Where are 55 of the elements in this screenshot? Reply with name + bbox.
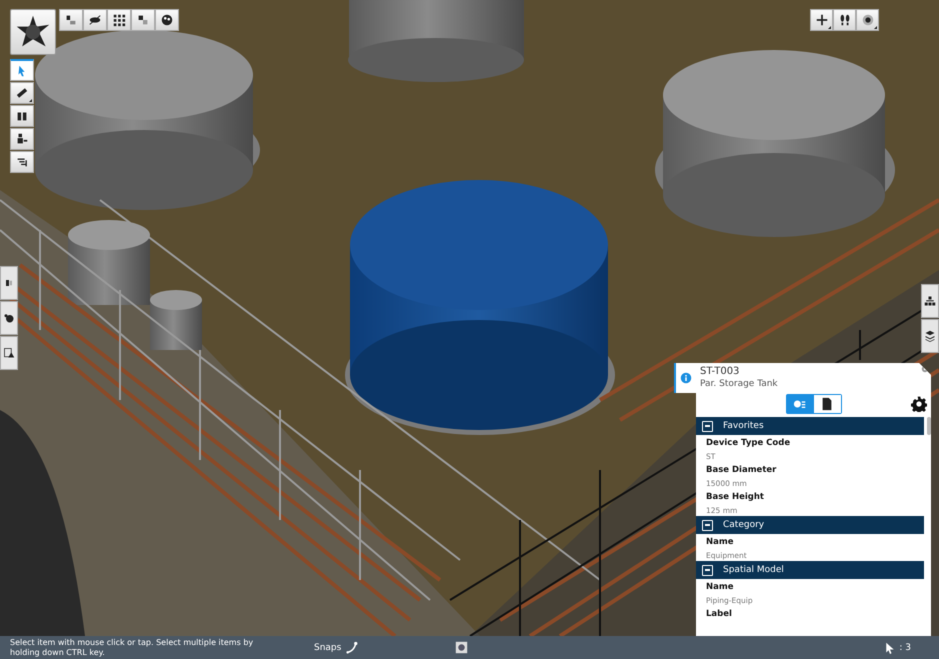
collapse-toggle[interactable]	[702, 520, 713, 530]
view-button[interactable]	[856, 9, 879, 31]
side-panel-tab[interactable]	[0, 301, 18, 335]
collapse-toggle[interactable]	[702, 564, 713, 576]
section-title: Category	[723, 520, 764, 530]
cursor-icon	[884, 640, 896, 654]
section-header[interactable]: Favorites	[696, 417, 924, 435]
toolbar-button[interactable]	[107, 9, 131, 31]
property-name: Device Type Code	[706, 438, 792, 448]
property-name: Name	[706, 537, 734, 547]
object-type: Par. Storage Tank	[700, 379, 779, 389]
section-header[interactable]: Spatial Model	[696, 561, 924, 579]
object-name: ST-T003	[700, 366, 740, 377]
select-box-icon	[64, 13, 78, 27]
side-panel-tab[interactable]	[0, 336, 18, 370]
scrollbar-thumb[interactable]	[927, 417, 931, 435]
info-icon	[680, 372, 692, 384]
property-name: Label	[706, 609, 733, 619]
footprints-icon	[838, 13, 852, 27]
property-name: Base Height	[706, 492, 765, 502]
snaps-label: Snaps	[314, 642, 342, 652]
tool-button[interactable]	[10, 105, 34, 127]
collapse-toggle[interactable]	[702, 420, 713, 432]
grid-icon	[112, 13, 126, 27]
hierarchy-icon	[924, 295, 936, 307]
selection-count: : 3	[899, 642, 911, 652]
crosshair-icon	[814, 13, 828, 27]
status-hint: Select item with mouse click or tap. Select multiple items by holding down CTRL key.	[9, 638, 254, 658]
squares-icon	[136, 13, 150, 27]
toolbar-button[interactable]	[59, 9, 83, 31]
shapes-icon	[3, 312, 15, 324]
view-button[interactable]	[810, 9, 833, 31]
snap-icon[interactable]	[346, 641, 360, 654]
section-header[interactable]: Category	[696, 516, 924, 534]
property-name: Name	[706, 582, 734, 592]
target-icon	[860, 13, 874, 27]
section-title: Spatial Model	[723, 565, 784, 575]
hide-icon	[88, 13, 102, 27]
section-title: Favorites	[723, 421, 764, 431]
side-panel-tab[interactable]	[921, 284, 939, 318]
tool-button[interactable]	[10, 151, 34, 173]
toolbar-button[interactable]	[155, 9, 179, 31]
toolbar-button[interactable]	[83, 9, 107, 31]
tool-button[interactable]	[10, 128, 34, 150]
screenshot-icon[interactable]	[455, 641, 468, 654]
split-icon	[3, 277, 15, 289]
app-logo-button[interactable]	[10, 9, 56, 55]
toolbar-button[interactable]	[131, 9, 155, 31]
tool-button[interactable]	[10, 82, 34, 104]
layers-icon	[924, 330, 936, 342]
info-tab[interactable]	[674, 363, 696, 393]
side-panel-tab[interactable]	[921, 319, 939, 353]
property-name: Base Diameter	[706, 465, 778, 475]
view-button[interactable]	[833, 9, 856, 31]
side-panel-tab[interactable]	[0, 266, 18, 300]
